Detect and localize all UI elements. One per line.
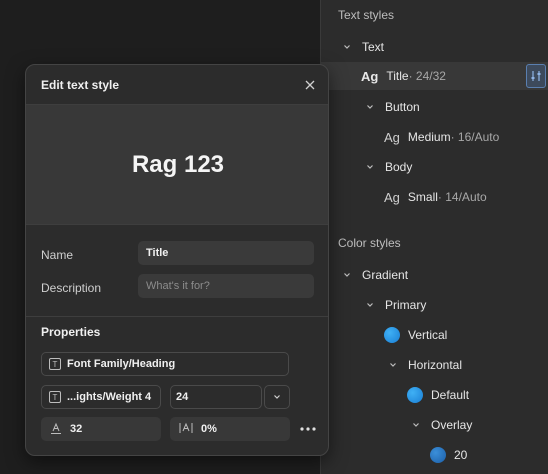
color-vertical-label: Vertical [408,328,448,342]
style-title-meta: · 24/32 [408,69,446,83]
chevron-down-icon [411,420,421,430]
color-20-row[interactable]: 20 [321,441,548,469]
color-swatch [384,327,400,343]
font-size-dropdown[interactable] [264,385,290,409]
color-styles-title: Color styles [338,236,401,250]
chevron-down-icon [365,300,375,310]
chevron-down-icon [365,162,375,172]
edit-text-style-dialog: Edit text style Rag 123 Name Title Descr… [25,64,329,456]
app-root: Text styles Text Ag Title · 24/32 Button [0,0,548,474]
text-style-icon: T [49,391,61,403]
divider [26,316,328,317]
style-small-row[interactable]: Ag Small · 14/Auto [321,183,548,211]
style-medium-name: Medium [407,130,451,144]
properties-title: Properties [41,325,101,339]
group-primary-label: Primary [385,298,427,312]
font-weight-field[interactable]: T ...ights/Weight 4 [41,385,161,409]
group-text-label: Text [362,40,385,54]
style-small-name: Small [407,190,438,204]
close-button[interactable] [302,77,318,93]
style-preview: Rag 123 [26,105,328,225]
description-field[interactable]: What's it for? [138,274,314,298]
color-20-label: 20 [454,448,468,462]
group-primary[interactable]: Primary [321,291,548,319]
chevron-down-icon [388,360,398,370]
line-height-value: 32 [70,423,83,435]
preview-text: Rag 123 [131,150,225,178]
group-gradient-label: Gradient [362,268,409,282]
close-icon [305,80,315,90]
name-label: Name [41,248,74,262]
font-weight-value: ...ights/Weight 4 [67,391,152,403]
style-small-meta: · 14/Auto [437,190,487,204]
description-label: Description [41,281,102,295]
more-options-button[interactable] [299,420,317,438]
group-text[interactable]: Text [321,33,548,61]
letter-spacing-field[interactable]: 0% [170,417,290,441]
style-medium-row[interactable]: Ag Medium · 16/Auto [321,123,548,151]
sliders-icon [531,71,541,81]
style-medium-meta: · 16/Auto [450,130,500,144]
group-horizontal[interactable]: Horizontal [321,351,548,379]
dialog-title: Edit text style [41,78,120,92]
chevron-down-icon [342,42,352,52]
font-family-value: Font Family/Heading [67,358,176,370]
dialog-header: Edit text style [26,65,328,105]
text-style-icon: Ag [384,129,400,145]
line-height-field[interactable]: 32 [41,417,161,441]
letter-spacing-icon [179,422,193,437]
style-title-name: Title [386,69,409,83]
font-family-field[interactable]: T Font Family/Heading [41,352,289,376]
color-default-row[interactable]: Default [321,381,548,409]
group-body[interactable]: Body [321,153,548,181]
font-size-field[interactable]: 24 [170,385,262,409]
edit-style-button[interactable] [526,64,546,88]
group-overlay[interactable]: Overlay [321,411,548,439]
letter-spacing-value: 0% [201,423,217,435]
color-vertical-row[interactable]: Vertical [321,321,548,349]
group-overlay-label: Overlay [431,418,473,432]
color-swatch [430,447,446,463]
group-button[interactable]: Button [321,93,548,121]
text-style-icon: T [49,358,61,370]
name-field[interactable]: Title [138,241,314,265]
group-gradient[interactable]: Gradient [321,261,548,289]
font-size-value: 24 [176,391,189,403]
style-title-row[interactable]: Ag Title · 24/32 [321,62,548,90]
text-style-icon: Ag [384,189,400,205]
chevron-down-icon [274,395,280,399]
chevron-down-icon [365,102,375,112]
group-horizontal-label: Horizontal [408,358,463,372]
group-button-label: Button [385,100,420,114]
text-styles-title: Text styles [338,8,395,22]
color-default-label: Default [431,388,470,402]
more-icon [300,427,316,431]
text-style-icon: Ag [361,68,379,84]
color-swatch [407,387,423,403]
styles-panel: Text styles Text Ag Title · 24/32 Button [320,0,548,474]
group-body-label: Body [385,160,413,174]
line-height-icon [50,422,62,437]
chevron-down-icon [342,270,352,280]
